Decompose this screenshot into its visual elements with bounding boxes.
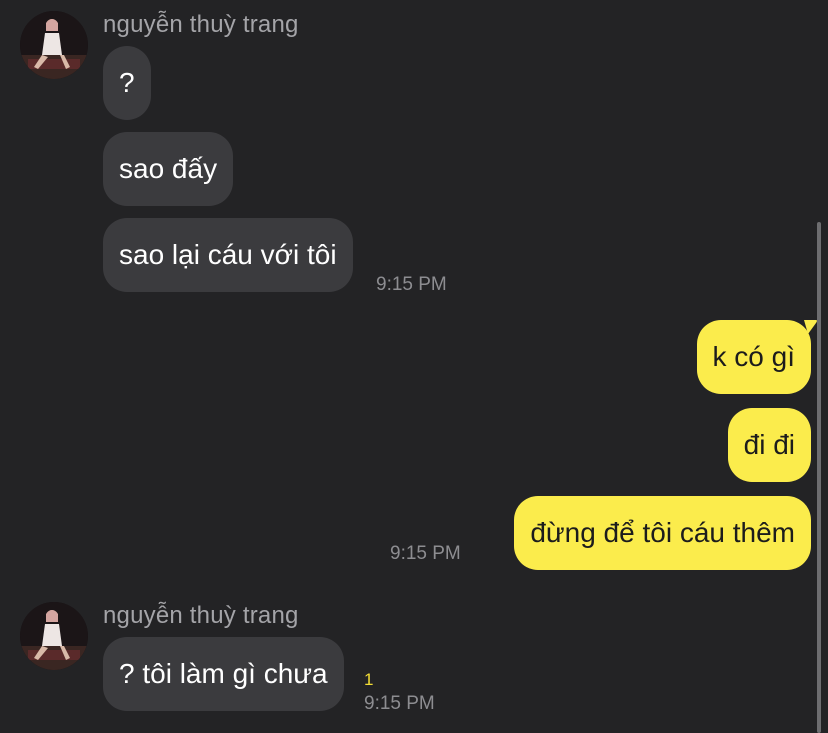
message-timestamp: 9:15 PM [364, 693, 435, 714]
sender-name: nguyễn thuỳ trang [103, 11, 299, 38]
message-bubble[interactable]: k có gì [696, 320, 811, 394]
contact-avatar[interactable] [20, 11, 88, 79]
bubble-tail-icon [804, 320, 817, 334]
contact-photo-icon [20, 602, 88, 670]
message-bubble[interactable]: sao lại cáu với tôi [103, 218, 353, 292]
message-bubble[interactable]: ? tôi làm gì chưa [103, 637, 344, 711]
message-bubble[interactable]: đừng để tôi cáu thêm [514, 496, 811, 570]
message-bubble[interactable]: ? [103, 46, 151, 120]
contact-photo-icon [20, 11, 88, 79]
scrollbar[interactable] [817, 222, 821, 733]
message-timestamp: 9:15 PM [376, 274, 447, 295]
sender-name: nguyễn thuỳ trang [103, 602, 299, 629]
message-bubble[interactable]: sao đấy [103, 132, 234, 206]
unread-count: 1 [364, 670, 374, 689]
message-bubble[interactable]: đi đi [727, 408, 811, 482]
chat-conversation: nguyễn thuỳ trang ? sao đấy sao lại cáu … [0, 0, 828, 733]
message-timestamp: 9:15 PM [390, 543, 461, 564]
contact-avatar[interactable] [20, 602, 88, 670]
